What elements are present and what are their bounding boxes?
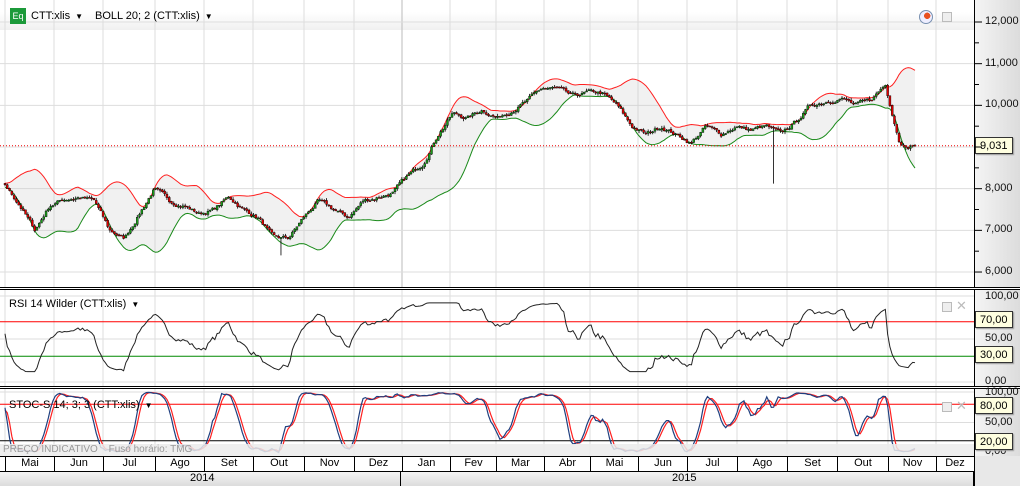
month-label: Dez bbox=[354, 456, 402, 471]
month-label: Nov bbox=[888, 456, 936, 471]
stoch-selector[interactable]: STOC-S 14; 3; 3 (CTT:xlis) ▼ bbox=[9, 399, 153, 411]
month-label: Nov bbox=[304, 456, 354, 471]
price-tick: 8,000 bbox=[985, 181, 1013, 194]
month-label: Set bbox=[787, 456, 837, 471]
month-label: Jul bbox=[103, 456, 155, 471]
month-label: Jan bbox=[402, 456, 450, 471]
month-label: Jul bbox=[687, 456, 737, 471]
stoch-tick: 50,00 bbox=[985, 416, 1013, 428]
month-label: Fev bbox=[450, 456, 496, 471]
stoch-upper-tag: 80,00 bbox=[975, 397, 1013, 414]
rsi-lower-tag: 30,00 bbox=[975, 346, 1013, 363]
month-label: Ago bbox=[737, 456, 787, 471]
month-label: Out bbox=[253, 456, 304, 471]
rsi-chart[interactable] bbox=[0, 0, 974, 486]
price-tick: 10,000 bbox=[985, 98, 1019, 111]
rsi-label: RSI 14 Wilder (CTT:xlis) bbox=[9, 298, 127, 310]
month-label: Mar bbox=[496, 456, 544, 471]
price-tick: 11,000 bbox=[985, 56, 1018, 69]
price-tick: 12,000 bbox=[985, 15, 1019, 27]
price-tick: 7,000 bbox=[985, 223, 1013, 236]
dropdown-arrow-icon: ▼ bbox=[144, 401, 153, 410]
close-icon[interactable]: ✕ bbox=[956, 298, 967, 314]
restore-icon[interactable] bbox=[942, 302, 952, 312]
year-row bbox=[0, 471, 974, 486]
stoch-lower-tag: 20,00 bbox=[975, 433, 1013, 450]
month-label: Ago bbox=[155, 456, 204, 471]
month-label: Out bbox=[837, 456, 888, 471]
month-label: Mai bbox=[590, 456, 638, 471]
rsi-upper-tag: 70,00 bbox=[975, 311, 1013, 328]
rsi-line bbox=[4, 302, 916, 373]
year-label: 2015 bbox=[672, 472, 697, 484]
month-label: Mai bbox=[5, 456, 54, 471]
restore-icon[interactable] bbox=[942, 402, 952, 412]
month-label: Dez bbox=[936, 456, 973, 471]
year-label: 2014 bbox=[190, 472, 215, 484]
footer-bar: PREÇO INDICATIVO Fuso horário: TMG bbox=[0, 444, 974, 456]
close-icon[interactable]: ✕ bbox=[956, 398, 967, 414]
price-tick: 6,000 bbox=[985, 265, 1013, 278]
dropdown-arrow-icon: ▼ bbox=[131, 300, 140, 309]
rsi-tick: 100,00 bbox=[985, 290, 1019, 302]
rsi-selector[interactable]: RSI 14 Wilder (CTT:xlis) ▼ bbox=[9, 298, 139, 310]
price-note: PREÇO INDICATIVO bbox=[3, 444, 98, 455]
rsi-tick: 50,00 bbox=[985, 332, 1013, 344]
timezone-note: Fuso horário: TMG bbox=[108, 444, 193, 455]
month-label: Abr bbox=[544, 456, 590, 471]
last-price-tag: 9,031 bbox=[975, 137, 1013, 154]
panel-separator[interactable] bbox=[0, 386, 1020, 389]
month-label: Set bbox=[204, 456, 253, 471]
stoch-label: STOC-S 14; 3; 3 (CTT:xlis) bbox=[9, 399, 140, 411]
month-label: Jun bbox=[54, 456, 103, 471]
month-label: Jun bbox=[638, 456, 687, 471]
